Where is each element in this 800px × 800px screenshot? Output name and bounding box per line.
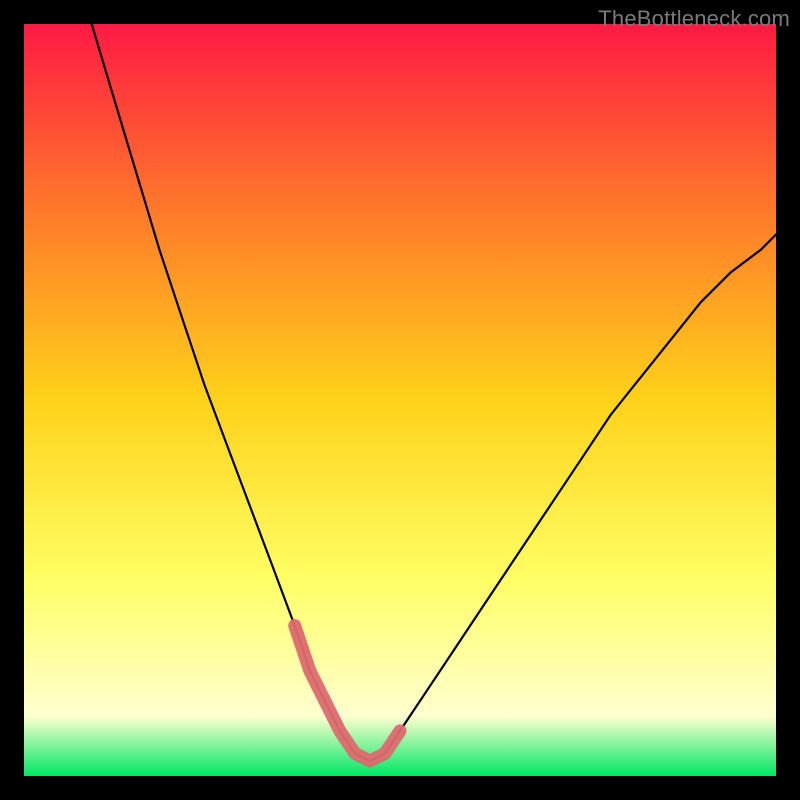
chart-frame: TheBottleneck.com	[0, 0, 800, 800]
gradient-background	[24, 24, 776, 776]
watermark-text: TheBottleneck.com	[598, 6, 790, 32]
chart-svg	[24, 24, 776, 776]
plot-area	[24, 24, 776, 776]
